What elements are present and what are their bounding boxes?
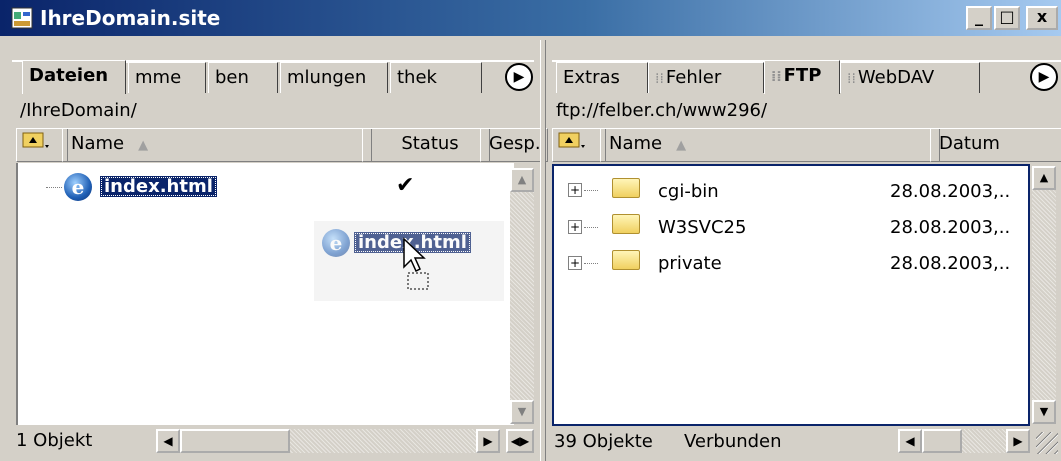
folder-name-private[interactable]: private (658, 248, 722, 280)
left-hscroll[interactable]: ◀ ▶ (156, 429, 500, 453)
tab-ftp[interactable]: ⁞⁞ FTP (764, 60, 840, 94)
sort-icon: ▲ (676, 138, 687, 153)
column-gesp[interactable]: Gesp. (480, 128, 548, 162)
expand-plus-icon[interactable]: + (568, 183, 582, 197)
scroll-thumb[interactable] (180, 429, 290, 453)
right-scroll-down-button[interactable]: ▼ (1032, 400, 1056, 424)
right-status-count: 39 Objekte (554, 431, 653, 452)
folder-date: 28.08.2003,.. (890, 217, 1011, 238)
parent-folder-button[interactable] (16, 128, 68, 162)
left-file-list[interactable]: e index.html ✔ e index.html (16, 163, 514, 425)
right-column-name[interactable]: Name ▲ (600, 128, 940, 162)
tab-scroll-right-icon[interactable]: ▶ (1030, 63, 1058, 91)
tab-programme-label: mme (135, 67, 182, 88)
right-scroll-left-button[interactable]: ◀ (898, 429, 922, 453)
tab-fehler[interactable]: ⁞⁞ Fehler (648, 62, 764, 93)
tab-sammlungen[interactable]: mlungen (280, 62, 388, 93)
folder-icon (612, 214, 640, 234)
maximize-button[interactable]: □ (994, 6, 1020, 30)
window-title: IhreDomain.site (40, 6, 221, 30)
scroll-left-button[interactable]: ◀ (156, 429, 180, 453)
right-hscroll[interactable]: ◀ ▶ (898, 429, 1030, 453)
tab-vorlagen-label: ben (215, 67, 249, 88)
left-vscroll[interactable]: ▲ ▼ (510, 168, 534, 424)
folder-name-cgi-bin[interactable]: cgi-bin (658, 176, 719, 208)
left-header: Name ▲ Status Gesp. (16, 128, 548, 162)
resize-grip-icon[interactable] (1036, 432, 1058, 454)
right-parent-folder-button[interactable] (552, 128, 606, 162)
check-icon: ✔ (396, 173, 415, 198)
scroll-up-button[interactable]: ▲ (510, 168, 534, 192)
right-path: ftp://felber.ch/www296/ (556, 100, 768, 121)
mouse-cursor-icon (402, 237, 432, 298)
folder-date: 28.08.2003,.. (890, 253, 1011, 274)
tab-grip-icon: ⁞⁞ (655, 71, 664, 87)
parent-folder-icon (22, 132, 49, 148)
tab-programme[interactable]: mme (128, 62, 206, 93)
folder-icon (612, 250, 640, 270)
folder-date: 28.08.2003,.. (890, 181, 1011, 202)
folder-icon (612, 178, 640, 198)
tree-line (584, 263, 598, 264)
folder-name-w3svc25[interactable]: W3SVC25 (658, 212, 746, 244)
sort-icon: ▲ (138, 138, 149, 153)
tree-line (584, 227, 598, 228)
right-vscroll[interactable]: ▲ ▼ (1032, 166, 1056, 424)
left-path: /IhreDomain/ (20, 100, 137, 121)
tab-sammlungen-label: mlungen (287, 67, 367, 88)
right-file-list[interactable]: + cgi-bin 28.08.2003,.. + W3SVC25 28.08.… (552, 164, 1030, 426)
tab-extras-label: Extras (563, 67, 620, 88)
minimize-button[interactable]: _ (966, 6, 992, 30)
tree-line (584, 190, 598, 191)
tab-dateien-text: Dateien (29, 65, 109, 86)
file-name: index.html (100, 176, 217, 197)
tab-scroll-icon[interactable]: ▶ (505, 63, 533, 91)
column-name[interactable]: Name ▲ (62, 128, 372, 162)
tab-extras[interactable]: Extras (556, 62, 648, 93)
right-header: Name ▲ Datum (552, 128, 1061, 162)
expand-plus-icon[interactable]: + (568, 256, 582, 270)
tab-dateien[interactable]: Dateien (22, 60, 126, 94)
tab-fehler-label: Fehler (665, 67, 722, 88)
tab-vorlagen[interactable]: ben (208, 62, 278, 93)
parent-folder-icon (558, 132, 585, 148)
scroll-down-button[interactable]: ▼ (510, 400, 534, 424)
column-status[interactable]: Status (362, 128, 490, 162)
tab-webdav-label: WebDAV (857, 67, 935, 88)
tab-ftp-label: FTP (783, 65, 822, 86)
pane-resize-icon[interactable]: ◀▶ (506, 429, 534, 453)
tree-line (46, 187, 62, 188)
right-scroll-up-button[interactable]: ▲ (1032, 166, 1056, 190)
expand-plus-icon[interactable]: + (568, 220, 582, 234)
tab-bibliothek[interactable]: thek (390, 62, 482, 93)
drag-ghost-icon: e (322, 229, 350, 257)
close-button[interactable]: x (1026, 6, 1058, 30)
tab-grip-icon: ⁞⁞ (771, 69, 782, 85)
right-scroll-right-button[interactable]: ▶ (1006, 429, 1030, 453)
ie-file-icon: e (64, 173, 92, 201)
file-row-index[interactable]: index.html (100, 171, 217, 203)
site-icon (10, 6, 34, 30)
right-status-state: Verbunden (684, 431, 782, 452)
right-column-name-label: Name (609, 133, 663, 154)
pane-splitter[interactable] (540, 40, 546, 461)
right-scroll-thumb[interactable] (922, 429, 962, 453)
left-status: 1 Objekt (16, 430, 93, 451)
tab-webdav[interactable]: ⁞⁞ WebDAV (840, 62, 980, 93)
column-name-label: Name (71, 133, 125, 154)
scroll-right-button[interactable]: ▶ (476, 429, 500, 453)
tab-bibliothek-label: thek (397, 67, 437, 88)
tab-grip-icon: ⁞⁞ (847, 71, 856, 87)
right-column-datum[interactable]: Datum (930, 128, 1061, 162)
